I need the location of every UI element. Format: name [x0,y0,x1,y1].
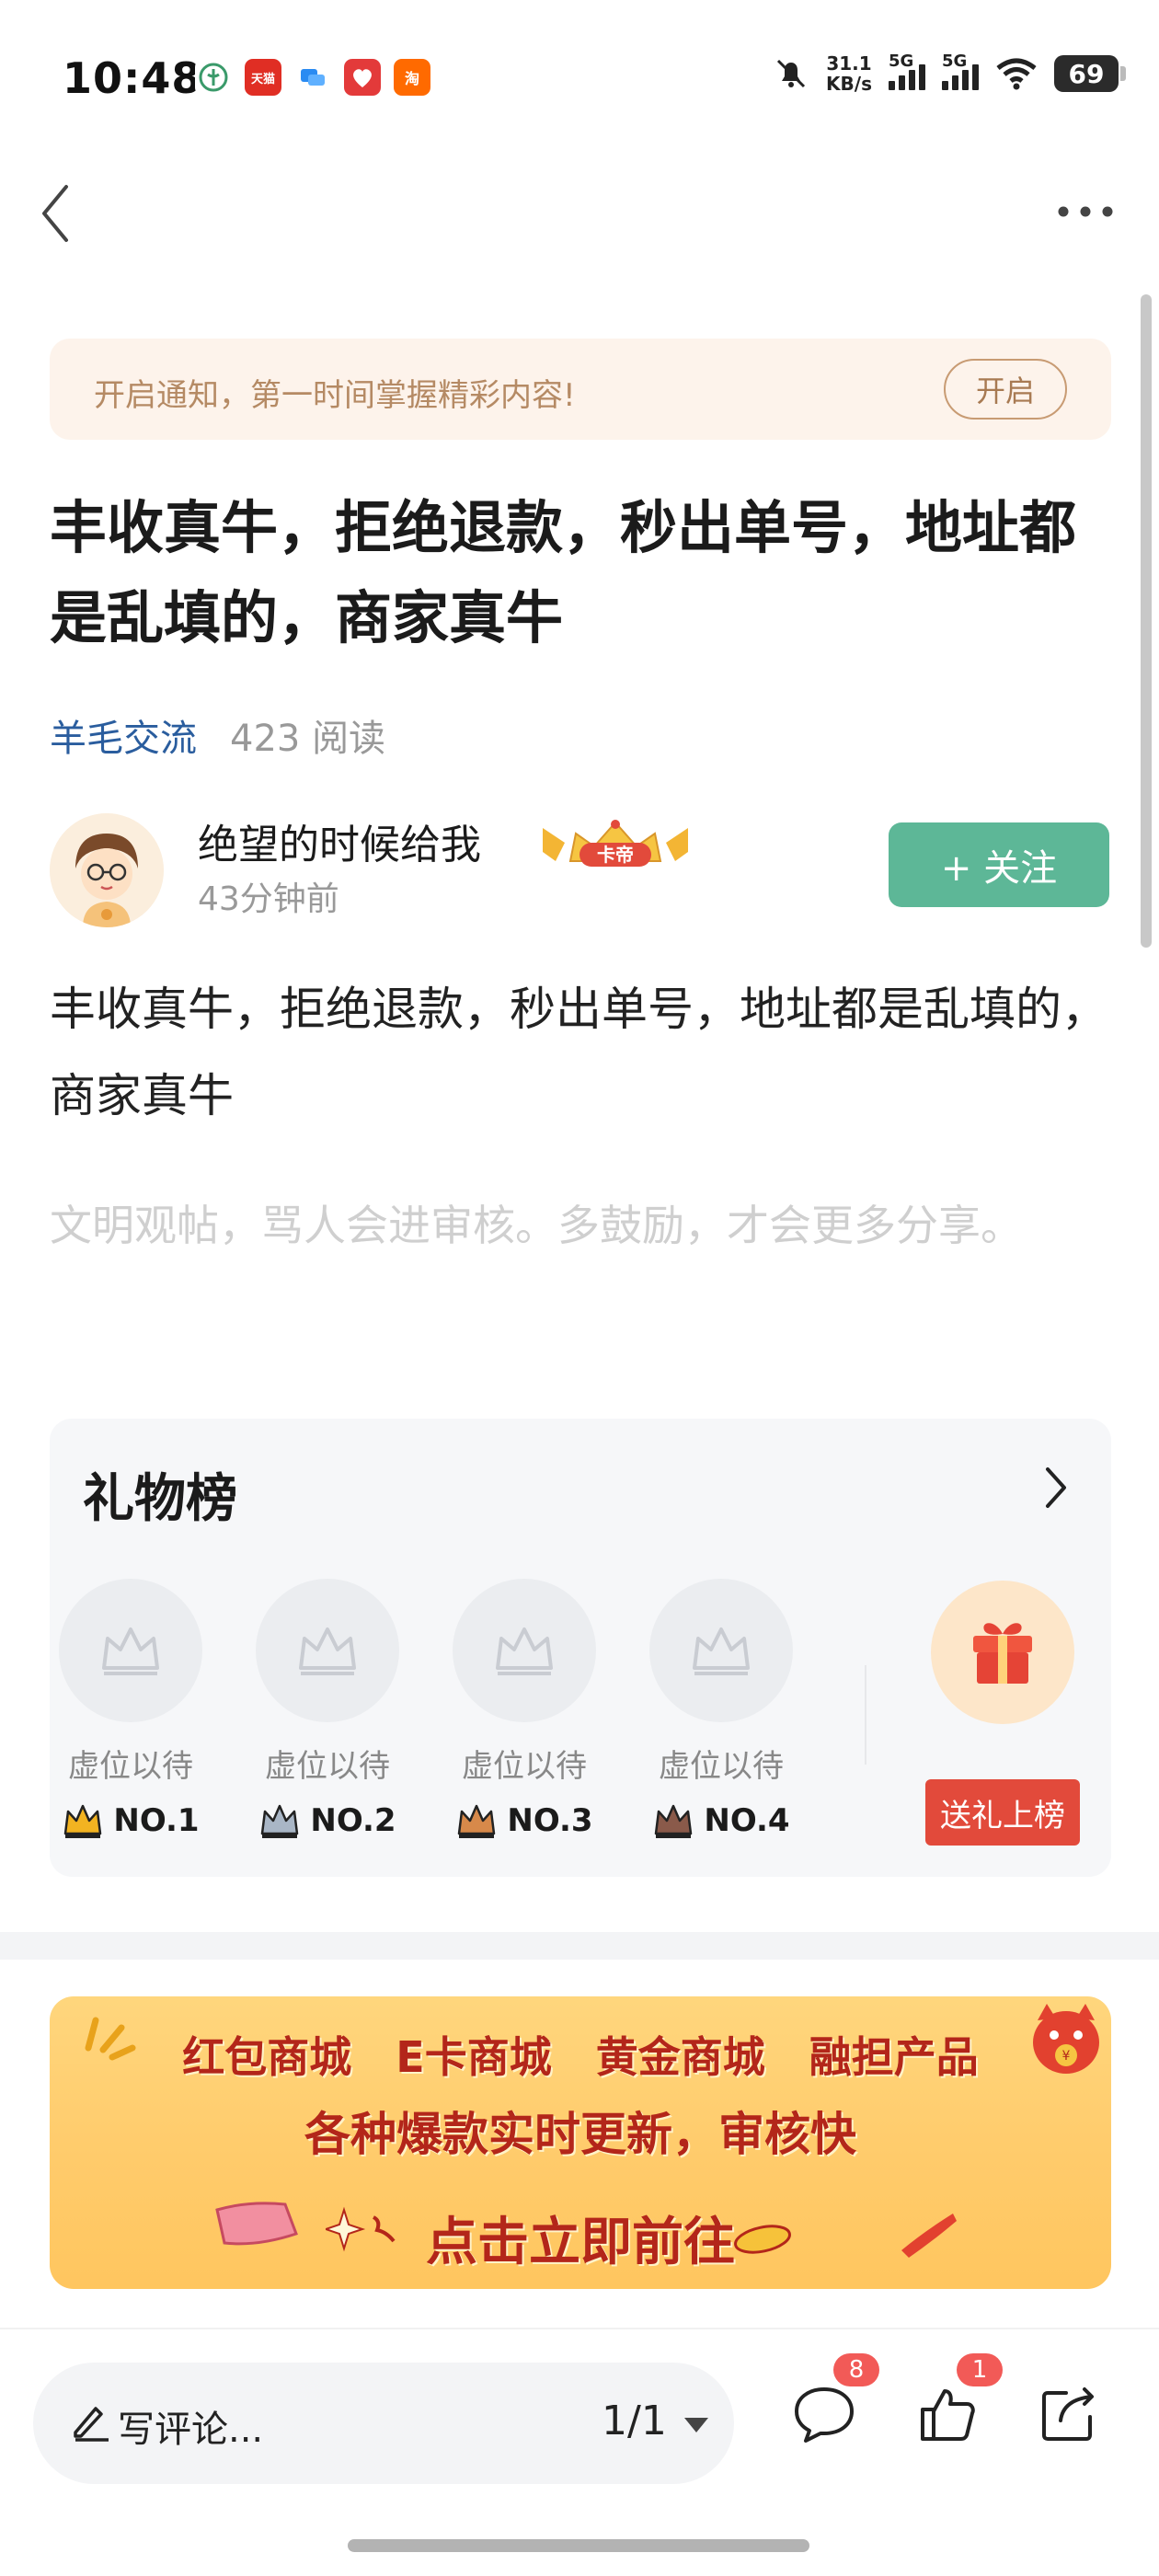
promo-banner[interactable]: 红包商城 E卡商城 黄金商城 融担产品 ¥ 各种爆款实时更新，审核快 点击立即前… [50,1996,1111,2289]
bronze-crown-icon [458,1804,496,1838]
notification-prompt: 开启通知，第一时间掌握精彩内容! 开启 [50,339,1111,440]
gift-slot[interactable]: 虚位以待 NO.2 [254,1579,401,1839]
gold-crown-icon [64,1804,102,1838]
share-button[interactable] [1032,2377,1106,2451]
post-time: 43分钟前 [198,880,339,918]
chevron-right-icon [1046,1467,1066,1508]
signal-2-icon: 5G [942,52,979,90]
red-mascot-icon: ¥ [1033,2004,1099,2074]
banner-category: 红包商城 [182,2032,352,2082]
message-app-icon [294,59,331,96]
forum-link[interactable]: 羊毛交流 [50,708,197,762]
like-count-badge: 1 [957,2353,1003,2386]
status-bar: 10:48 天猫 淘 31.1 KB/s 5G 5G 69 [0,0,1159,156]
gift-board-more-button[interactable] [1028,1455,1084,1520]
gift-board: 礼物榜 虚位以待 NO.1 虚位以待 NO.2 虚位以待 NO.3 虚位以待 N… [50,1419,1111,1877]
app-leaf-icon [195,59,232,96]
status-indicators: 31.1 KB/s 5G 5G 69 [773,52,1126,94]
gift-slot-rank-text: NO.1 [113,1802,200,1839]
thumbs-up-icon [921,2389,975,2441]
svg-text:¥: ¥ [1062,2049,1071,2064]
back-button[interactable] [28,177,83,250]
chevron-left-icon [42,185,68,242]
empty-crown-icon [453,1579,596,1722]
tmall-app-icon: 天猫 [245,59,281,96]
civility-hint: 文明观帖，骂人会进审核。多鼓励，才会更多分享。 [50,1201,1023,1250]
gift-divider [865,1665,866,1765]
home-indicator[interactable] [348,2539,809,2552]
gift-slot-rank: NO.1 [57,1802,204,1839]
gift-slot-rank-text: NO.4 [704,1802,790,1839]
comments-button[interactable]: 8 [787,2353,879,2451]
notification-prompt-text: 开启通知，第一时间掌握精彩内容! [94,377,576,414]
send-gift-button[interactable]: 送礼上榜 [925,1779,1080,1846]
bell-muted-icon [776,59,806,88]
gift-slot-rank: NO.4 [648,1802,795,1839]
gift-slot-rank-text: NO.2 [310,1802,396,1839]
signal-1-icon: 5G [889,52,925,90]
empty-crown-icon [256,1579,399,1722]
gift-board-title: 礼物榜 [83,1469,237,1529]
net-speed-value: 31.1 [826,52,872,75]
post-body: 丰收真牛，拒绝退款，秒出单号，地址都是乱填的，商家真牛 [50,983,1107,1122]
read-count: 423 阅读 [230,718,386,760]
gift-slot-label: 虚位以待 [659,1748,784,1785]
comment-count-badge: 8 [833,2353,879,2386]
author-level-badge: 卡帝 [534,815,697,870]
gift-slot-label: 虚位以待 [462,1748,587,1785]
scrollbar[interactable] [1141,294,1152,948]
banner-slogan: 各种爆款实时更新，审核快 [304,2108,856,2161]
status-app-icons: 天猫 淘 [195,59,430,96]
dark-crown-icon [655,1804,693,1838]
net-speed-unit: KB/s [826,73,872,95]
silver-crown-icon [261,1804,299,1838]
pinduoduo-app-icon [344,59,381,96]
comment-bubble-icon [795,2387,854,2443]
signal-1-label: 5G [889,52,914,71]
signal-2-label: 5G [942,52,968,71]
banner-category: 黄金商城 [595,2032,765,2082]
pencil-icon [74,2407,109,2442]
red-ribbon-icon [901,2214,957,2258]
share-icon [1042,2387,1094,2441]
author-name[interactable]: 绝望的时候给我 [198,811,481,870]
wifi-icon [996,58,1037,90]
caret-down-icon[interactable] [683,2416,710,2434]
gift-slot[interactable]: 虚位以待 NO.3 [451,1579,598,1839]
comment-input[interactable]: 写评论... 1/1 [33,2363,734,2484]
enable-notification-button[interactable]: 开启 [944,359,1067,420]
status-time: 10:48 [63,53,202,103]
follow-button[interactable]: + 关注 [889,822,1109,907]
gift-box-button[interactable] [931,1581,1074,1724]
taobao-app-icon: 淘 [394,59,430,96]
comment-placeholder: 写评论... [118,2409,264,2451]
gift-slot-label: 虚位以待 [68,1748,193,1785]
gift-box-icon [973,1623,1032,1684]
more-dots-icon [1058,206,1113,217]
banner-category: 融担产品 [809,2032,979,2082]
gift-slot[interactable]: 虚位以待 NO.4 [648,1579,795,1839]
banner-categories: 红包商城 E卡商城 黄金商城 融担产品 [50,2024,1111,2085]
section-separator [0,1932,1159,1960]
gift-slot[interactable]: 虚位以待 NO.1 [57,1579,204,1839]
net-speed: 31.1 KB/s [826,53,872,94]
gift-slot-label: 虚位以待 [265,1748,390,1785]
empty-crown-icon [649,1579,793,1722]
gift-slot-rank: NO.2 [254,1802,401,1839]
empty-crown-icon [59,1579,202,1722]
author-badge-text: 卡帝 [597,844,634,866]
page-indicator[interactable]: 1/1 [602,2398,667,2444]
like-button[interactable]: 1 [911,2353,1003,2451]
banner-category: E卡商城 [396,2032,552,2082]
more-button[interactable] [1049,193,1122,230]
gift-slot-rank: NO.3 [451,1802,598,1839]
battery-icon: 69 [1054,55,1126,92]
post-meta: 羊毛交流 423 阅读 [50,708,385,762]
gift-slot-rank-text: NO.3 [507,1802,593,1839]
gold-coin-icon [734,2225,791,2254]
post-title: 丰收真牛，拒绝退款，秒出单号，地址都是乱填的，商家真牛 [50,494,1077,651]
avatar[interactable] [50,813,164,927]
